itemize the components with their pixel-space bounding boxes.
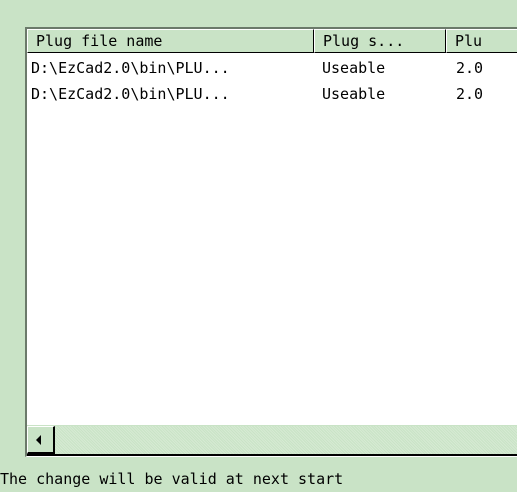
cell-version: 2.0 <box>456 85 484 103</box>
horizontal-scrollbar[interactable] <box>27 425 517 456</box>
cell-status: Useable <box>322 85 386 103</box>
cell-file-name: D:\EzCad2.0\bin\PLU... <box>31 85 230 103</box>
column-header-plug-file-name[interactable]: Plug file name <box>27 29 314 53</box>
plugin-list[interactable]: Plug file name Plug s... Plu D:\EzCad2.0… <box>25 27 517 457</box>
cell-version: 2.0 <box>456 59 484 77</box>
column-header-plug-version[interactable]: Plu <box>446 29 517 53</box>
cell-file-name: D:\EzCad2.0\bin\PLU... <box>31 59 230 77</box>
left-arrow-icon <box>36 435 41 445</box>
column-header-plug-status[interactable]: Plug s... <box>314 29 446 53</box>
status-message: The change will be valid at next start <box>0 470 344 488</box>
cell-status: Useable <box>322 59 386 77</box>
list-row[interactable]: D:\EzCad2.0\bin\PLU... Useable 2.0 <box>27 55 517 81</box>
scrollbar-bottom-edge <box>27 454 517 456</box>
scroll-track[interactable] <box>55 426 517 455</box>
list-rows: D:\EzCad2.0\bin\PLU... Useable 2.0 D:\Ez… <box>27 55 517 107</box>
list-header: Plug file name Plug s... Plu <box>27 29 517 53</box>
list-row[interactable]: D:\EzCad2.0\bin\PLU... Useable 2.0 <box>27 81 517 107</box>
scroll-left-button[interactable] <box>27 426 55 454</box>
